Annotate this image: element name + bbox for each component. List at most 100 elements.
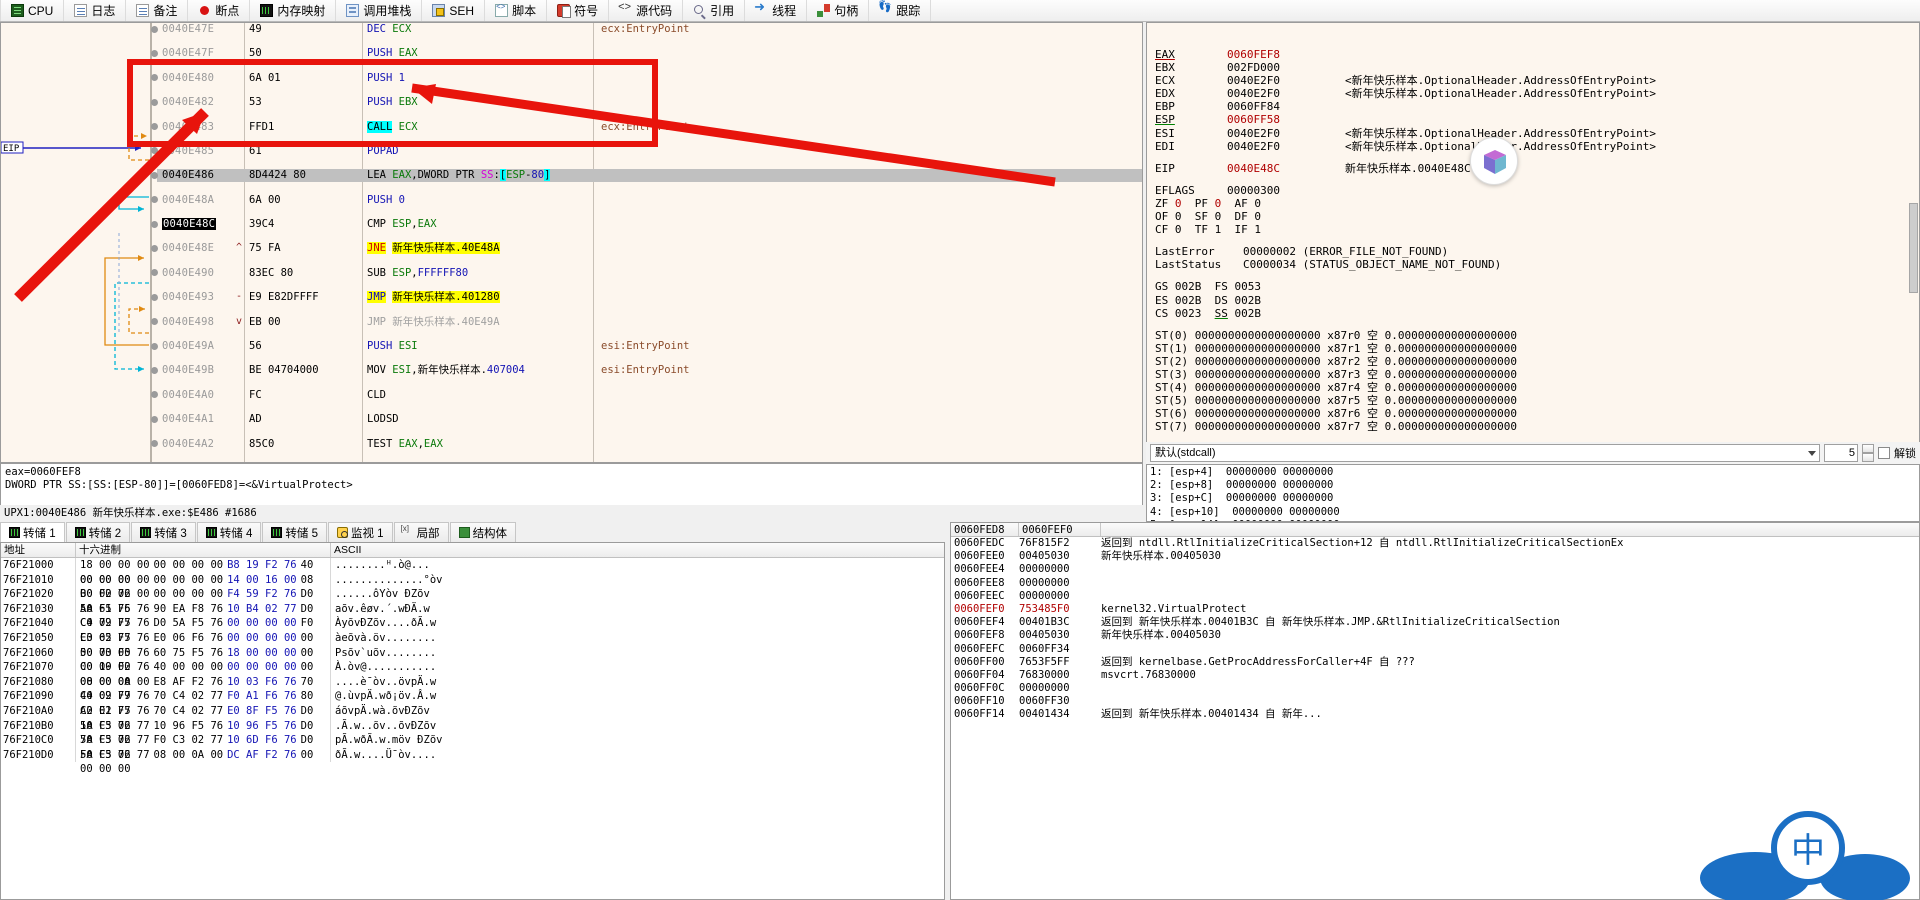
toolbar-item-源代码[interactable]: 源代码 [609, 0, 683, 21]
stack-row[interactable]: 0060FF0476830000msvcrt.76830000 [951, 669, 1919, 682]
toolbar-item-线程[interactable]: 线程 [745, 0, 807, 21]
flag-value[interactable]: 0 [1215, 210, 1222, 223]
disassembly-row[interactable]: 0040E49083EC 80SUB ESP,FFFFFF80 [1, 267, 1142, 279]
register-row-EIP[interactable]: EIP0040E48C新年快乐样本.0040E48C [1155, 162, 1919, 175]
breakpoint-dot-icon[interactable] [151, 147, 158, 154]
toolbar-item-内存映射[interactable]: 内存映射 [250, 0, 336, 21]
segment-value[interactable]: 0053 [1235, 280, 1262, 293]
dump-tab-1[interactable]: 转储 1 [0, 522, 65, 542]
registers-scrollbar-thumb[interactable] [1909, 203, 1918, 293]
memory-dump-panel[interactable]: 地址 十六进制 ASCII 76F2100018 00 00 0000 00 0… [0, 542, 945, 900]
stack-row[interactable]: 0060FF007653F5FF返回到 kernelbase.GetProcAd… [951, 656, 1919, 669]
breakpoint-dot-icon[interactable] [151, 50, 158, 57]
disassembly-row[interactable]: 0040E48A6A 00PUSH 0 [1, 194, 1142, 206]
toolbar-item-备注[interactable]: 备注 [126, 0, 188, 21]
register-row-ESP[interactable]: ESP0060FF58 [1155, 113, 1919, 126]
flag-value[interactable]: 0 [1215, 197, 1222, 210]
dump-row[interactable]: 76F21070C0 19 F2 7640 00 00 0000 00 00 0… [1, 660, 944, 675]
stack-header-row[interactable]: 0060FED8 0060FEF0 [951, 523, 1919, 537]
disassembly-row[interactable]: 0040E49BBE 04704000MOV ESI,新年快乐样本.407004… [1, 364, 1142, 376]
dump-row[interactable]: 76F2100018 00 00 0000 00 00 00B8 19 F2 7… [1, 558, 944, 573]
disassembly-row[interactable]: 0040E48C39C4CMP ESP,EAX [1, 218, 1142, 230]
stack-row[interactable]: 0060FF1400401434返回到 新年快乐样本.00401434 自 新年… [951, 708, 1919, 721]
breakpoint-dot-icon[interactable] [151, 123, 158, 130]
flag-value[interactable]: 0 [1254, 210, 1261, 223]
disassembly-row[interactable]: 0040E4A0FCCLD [1, 389, 1142, 401]
register-row-ECX[interactable]: ECX0040E2F0<新年快乐样本.OptionalHeader.Addres… [1155, 74, 1919, 87]
segment-name[interactable]: FS [1215, 280, 1228, 293]
arg-count-stepper[interactable] [1862, 444, 1874, 462]
dump-row[interactable]: 76F210A0A0 E1 F5 7670 C4 02 77E0 8F F5 7… [1, 704, 944, 719]
breakpoint-dot-icon[interactable] [151, 26, 158, 33]
flag-value[interactable]: 1 [1215, 223, 1222, 236]
segment-name[interactable]: CS [1155, 307, 1168, 320]
register-row-EBP[interactable]: EBP0060FF84 [1155, 100, 1919, 113]
calling-convention-row[interactable]: 默认(stdcall) 5 解锁 [1146, 442, 1920, 464]
segment-name[interactable]: ES [1155, 294, 1168, 307]
segment-name[interactable]: SS [1215, 307, 1228, 320]
breakpoint-dot-icon[interactable] [151, 416, 158, 423]
dump-row[interactable]: 76F2106050 73 F5 7660 75 F5 7618 00 00 0… [1, 646, 944, 661]
flag-value[interactable]: 0 [1175, 210, 1182, 223]
stack-col-value[interactable]: 0060FEF0 [1019, 523, 1101, 536]
dump-rows[interactable]: 76F2100018 00 00 0000 00 00 00B8 19 F2 7… [1, 558, 944, 762]
stack-row[interactable]: 0060FEE800000000 [951, 577, 1919, 590]
dump-row[interactable]: 76F2108008 00 0A 00E8 AF F2 7610 03 F6 7… [1, 675, 944, 690]
dump-tab-6[interactable]: 监视 1 [328, 522, 393, 542]
dump-tab-2[interactable]: 转储 2 [66, 522, 131, 542]
disassembly-row[interactable]: 0040E483FFD1CALL ECXecx:EntryPoint [1, 121, 1142, 133]
unlock-label[interactable]: 解锁 [1894, 445, 1916, 461]
stack-row[interactable]: 0060FEF800405030新年快乐样本.00405030 [951, 629, 1919, 642]
stack-row[interactable]: 0060FEF0753485F0kernel32.VirtualProtect [951, 603, 1919, 616]
flag-name[interactable]: OF [1155, 210, 1168, 223]
dump-row[interactable]: 76F21040C0 79 F5 76D0 5A F5 7600 00 00 0… [1, 616, 944, 631]
toolbar-item-CPU[interactable]: CPU [0, 0, 64, 21]
breakpoint-dot-icon[interactable] [151, 172, 158, 179]
toolbar-item-调用堆栈[interactable]: 调用堆栈 [336, 0, 422, 21]
register-row-EAX[interactable]: EAX0060FEF8 [1155, 48, 1919, 61]
segment-value[interactable]: 002B [1175, 294, 1202, 307]
flag-name[interactable]: IF [1235, 223, 1248, 236]
segment-value[interactable]: 002B [1175, 280, 1202, 293]
breakpoint-dot-icon[interactable] [151, 318, 158, 325]
register-row-EDX[interactable]: EDX0040E2F0<新年快乐样本.OptionalHeader.Addres… [1155, 87, 1919, 100]
dump-row[interactable]: 76F2102000 00 02 0000 00 00 00F4 59 F2 7… [1, 587, 944, 602]
dump-row[interactable]: 76F2101000 00 00 0000 00 00 0014 00 16 0… [1, 573, 944, 588]
dump-tab-8[interactable]: 结构体 [450, 522, 517, 542]
flag-value[interactable]: 0 [1175, 197, 1182, 210]
breakpoint-dot-icon[interactable] [151, 367, 158, 374]
breakpoint-dot-icon[interactable] [151, 440, 158, 447]
register-row-EBX[interactable]: EBX002FD000 [1155, 61, 1919, 74]
register-row-ESI[interactable]: ESI0040E2F0<新年快乐样本.OptionalHeader.Addres… [1155, 127, 1919, 140]
disassembly-row[interactable]: 0040E493-E9 E82DFFFFJMP 新年快乐样本.401280 [1, 291, 1142, 303]
flag-value[interactable]: 1 [1254, 223, 1261, 236]
flag-name[interactable]: SF [1195, 210, 1208, 223]
dump-col-ascii[interactable]: ASCII [331, 543, 631, 557]
stack-row[interactable]: 0060FF0C00000000 [951, 682, 1919, 695]
toolbar-item-跟踪[interactable]: 跟踪 [869, 0, 931, 21]
dump-tab-7[interactable]: 局部 [394, 522, 449, 542]
flag-name[interactable]: TF [1195, 223, 1208, 236]
segment-value[interactable]: 002B [1235, 307, 1262, 320]
breakpoint-dot-icon[interactable] [151, 74, 158, 81]
chevron-down-icon[interactable] [1808, 451, 1816, 456]
disassembly-row[interactable]: 0040E48E^75 FAJNE 新年快乐样本.40E48A [1, 242, 1142, 254]
disassembly-row[interactable]: 0040E48561POPAD [1, 145, 1142, 157]
dump-tab-4[interactable]: 转储 4 [197, 522, 262, 542]
dump-col-hex[interactable]: 十六进制 [76, 543, 331, 557]
segment-name[interactable]: GS [1155, 280, 1168, 293]
stack-row[interactable]: 0060FEDC76F815F2返回到 ntdll.RtlInitializeC… [951, 537, 1919, 550]
breakpoint-dot-icon[interactable] [151, 245, 158, 252]
segment-name[interactable]: DS [1215, 294, 1228, 307]
flag-name[interactable]: AF [1235, 197, 1248, 210]
toolbar-item-脚本[interactable]: 脚本 [485, 0, 547, 21]
stack-row[interactable]: 0060FEE000405030新年快乐样本.00405030 [951, 550, 1919, 563]
segment-value[interactable]: 0023 [1175, 307, 1202, 320]
disassembly-row[interactable]: 0040E47E49DEC ECXecx:EntryPoint [1, 23, 1142, 35]
dump-row[interactable]: 76F2109040 09 F9 7670 C4 02 77F0 A1 F6 7… [1, 689, 944, 704]
stack-col-address[interactable]: 0060FED8 [951, 523, 1019, 536]
flag-name[interactable]: DF [1235, 210, 1248, 223]
flag-value[interactable]: 0 [1254, 197, 1261, 210]
stack-row[interactable]: 0060FEF400401B3C返回到 新年快乐样本.00401B3C 自 新年… [951, 616, 1919, 629]
disassembly-row[interactable]: 0040E48253PUSH EBX [1, 96, 1142, 108]
